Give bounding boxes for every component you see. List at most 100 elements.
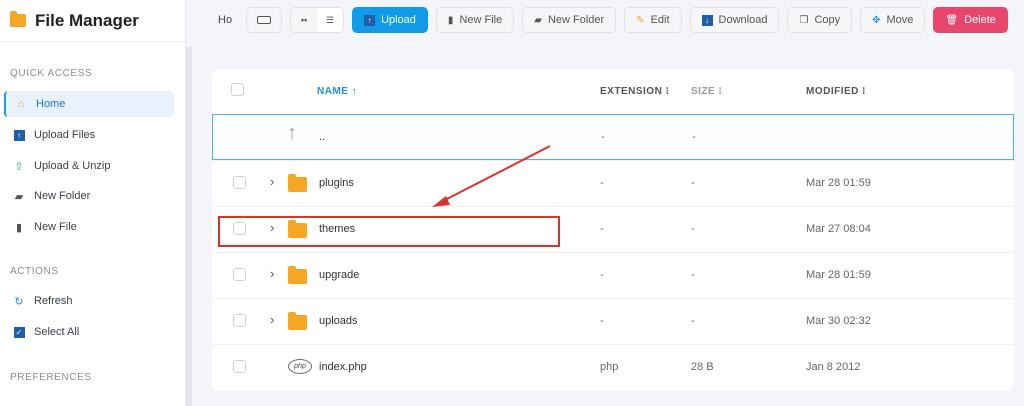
chevron-right-icon[interactable]: ›	[270, 312, 274, 327]
download-button[interactable]: ↓ Download	[689, 7, 780, 33]
new-file-button[interactable]: ▮ New File	[435, 7, 515, 33]
row-extension: -	[600, 269, 604, 281]
copy-button[interactable]: ❐ Copy	[787, 7, 853, 33]
row-modified: Mar 28 01:59	[806, 177, 871, 189]
row-size: -	[691, 315, 695, 327]
row-extension: -	[600, 315, 604, 327]
upload-icon: ↑	[12, 129, 26, 141]
sidebar-scrollbar[interactable]	[186, 47, 192, 406]
row-size: -	[691, 223, 695, 235]
table-row[interactable]: › uploads - - Mar 30 02:32	[212, 298, 1014, 344]
row-checkbox[interactable]	[233, 360, 246, 373]
folder-icon	[10, 11, 26, 27]
refresh-icon: ↻	[14, 295, 24, 308]
sidebar-item-label: New Folder	[34, 190, 91, 202]
parent-directory-row[interactable]: ↑ .. - -	[212, 114, 1014, 160]
php-file-icon: php	[288, 359, 312, 374]
select-all-checkbox[interactable]	[231, 83, 244, 96]
table-row[interactable]: › upgrade - - Mar 28 01:59	[212, 252, 1014, 298]
copy-icon: ❐	[799, 14, 809, 26]
row-size: -	[692, 131, 696, 143]
trash-icon: 🗑	[945, 14, 959, 26]
table-row[interactable]: php index.php php 28 B Jan 8 2012	[212, 344, 1014, 390]
sidebar-item-home[interactable]: ⌂ Home	[4, 91, 174, 117]
upload-unzip-icon: ⇧	[14, 160, 24, 173]
table-row[interactable]: › plugins - - Mar 28 01:59	[212, 160, 1014, 206]
edit-button[interactable]: ✎ Edit	[624, 7, 682, 33]
chevron-right-icon[interactable]: ›	[270, 174, 274, 189]
delete-button[interactable]: 🗑 Delete	[933, 7, 1008, 33]
row-extension: -	[600, 177, 604, 189]
new-file-label: New File	[459, 14, 503, 26]
sidebar-item-label: New File	[34, 221, 77, 233]
row-size: 28 B	[691, 361, 714, 373]
row-modified: Mar 27 08:04	[806, 223, 871, 235]
keyboard-icon	[257, 16, 272, 24]
edit-icon: ✎	[636, 14, 645, 26]
sidebar-item-upload-files[interactable]: ↑ Upload Files	[4, 122, 174, 148]
new-file-icon: ▮	[15, 221, 23, 234]
row-modified: Mar 30 02:32	[806, 315, 871, 327]
sidebar-item-upload-unzip[interactable]: ⇧ Upload & Unzip	[4, 153, 174, 179]
new-folder-icon: ▰	[534, 14, 542, 26]
keyboard-button[interactable]	[246, 7, 283, 33]
brand: File Manager	[0, 0, 185, 42]
new-folder-icon: ▰	[14, 190, 24, 203]
new-folder-button[interactable]: ▰ New Folder	[522, 7, 617, 33]
new-folder-label: New Folder	[547, 14, 605, 26]
checkbox-icon: ✓	[12, 326, 26, 338]
folder-icon	[288, 312, 307, 330]
row-name[interactable]: plugins	[319, 177, 354, 189]
move-button[interactable]: ✥ Move	[860, 7, 926, 33]
sidebar-item-label: Refresh	[34, 295, 73, 307]
sidebar-item-select-all[interactable]: ✓ Select All	[4, 319, 174, 345]
row-extension: -	[600, 223, 604, 235]
home-icon: ⌂	[17, 98, 25, 110]
upload-icon: ↑	[364, 14, 376, 26]
view-toggle: ▪▪ ☰	[290, 7, 345, 33]
folder-icon	[288, 174, 307, 192]
section-actions: ACTIONS	[10, 266, 59, 277]
up-arrow-icon: ↑	[287, 122, 297, 144]
move-label: Move	[886, 14, 914, 26]
column-size[interactable]: SIZE ⁝	[691, 86, 722, 97]
row-size: -	[691, 177, 695, 189]
grid-view-icon[interactable]: ▪▪	[291, 8, 318, 32]
path-text: Ho	[218, 14, 233, 26]
row-modified: Jan 8 2012	[806, 361, 861, 373]
row-checkbox[interactable]	[233, 268, 246, 281]
row-modified: Mar 28 01:59	[806, 269, 871, 281]
row-extension: php	[600, 361, 619, 373]
sidebar-item-label: Select All	[34, 326, 80, 338]
row-extension: -	[601, 131, 605, 143]
list-view-icon[interactable]: ☰	[317, 8, 344, 32]
sidebar: File Manager QUICK ACCESS ⌂ Home ↑ Uploa…	[0, 0, 186, 406]
edit-label: Edit	[650, 14, 670, 26]
row-name: ..	[319, 131, 326, 143]
column-modified[interactable]: MODIFIED ⁝	[806, 86, 866, 97]
row-size: -	[691, 269, 695, 281]
chevron-right-icon[interactable]: ›	[270, 266, 274, 281]
sidebar-item-new-folder[interactable]: ▰ New Folder	[4, 183, 174, 209]
row-name[interactable]: uploads	[319, 315, 358, 327]
table-header: NAME ↑ EXTENSION ⁝ SIZE ⁝ MODIFIED ⁝	[212, 69, 1014, 113]
row-name[interactable]: upgrade	[319, 269, 359, 281]
column-name[interactable]: NAME ↑	[317, 86, 357, 97]
section-quick-access: QUICK ACCESS	[10, 68, 93, 79]
column-extension[interactable]: EXTENSION ⁝	[600, 86, 669, 97]
row-checkbox[interactable]	[233, 314, 246, 327]
upload-button[interactable]: ↑ Upload	[352, 7, 428, 33]
toolbar: Ho ▪▪ ☰ ↑ Upload ▮ New File ▰ New Folder…	[200, 6, 1016, 34]
app-title: File Manager	[35, 10, 139, 30]
sidebar-item-new-file[interactable]: ▮ New File	[4, 214, 174, 240]
copy-label: Copy	[814, 14, 841, 26]
annotation-highlight-box	[218, 216, 560, 247]
move-icon: ✥	[872, 14, 881, 26]
row-checkbox[interactable]	[233, 176, 246, 189]
download-label: Download	[718, 14, 768, 26]
sidebar-item-label: Upload Files	[34, 129, 96, 141]
sidebar-item-refresh[interactable]: ↻ Refresh	[4, 288, 174, 314]
row-name[interactable]: index.php	[319, 361, 367, 373]
section-preferences: PREFERENCES	[10, 372, 92, 383]
delete-label: Delete	[964, 14, 996, 26]
